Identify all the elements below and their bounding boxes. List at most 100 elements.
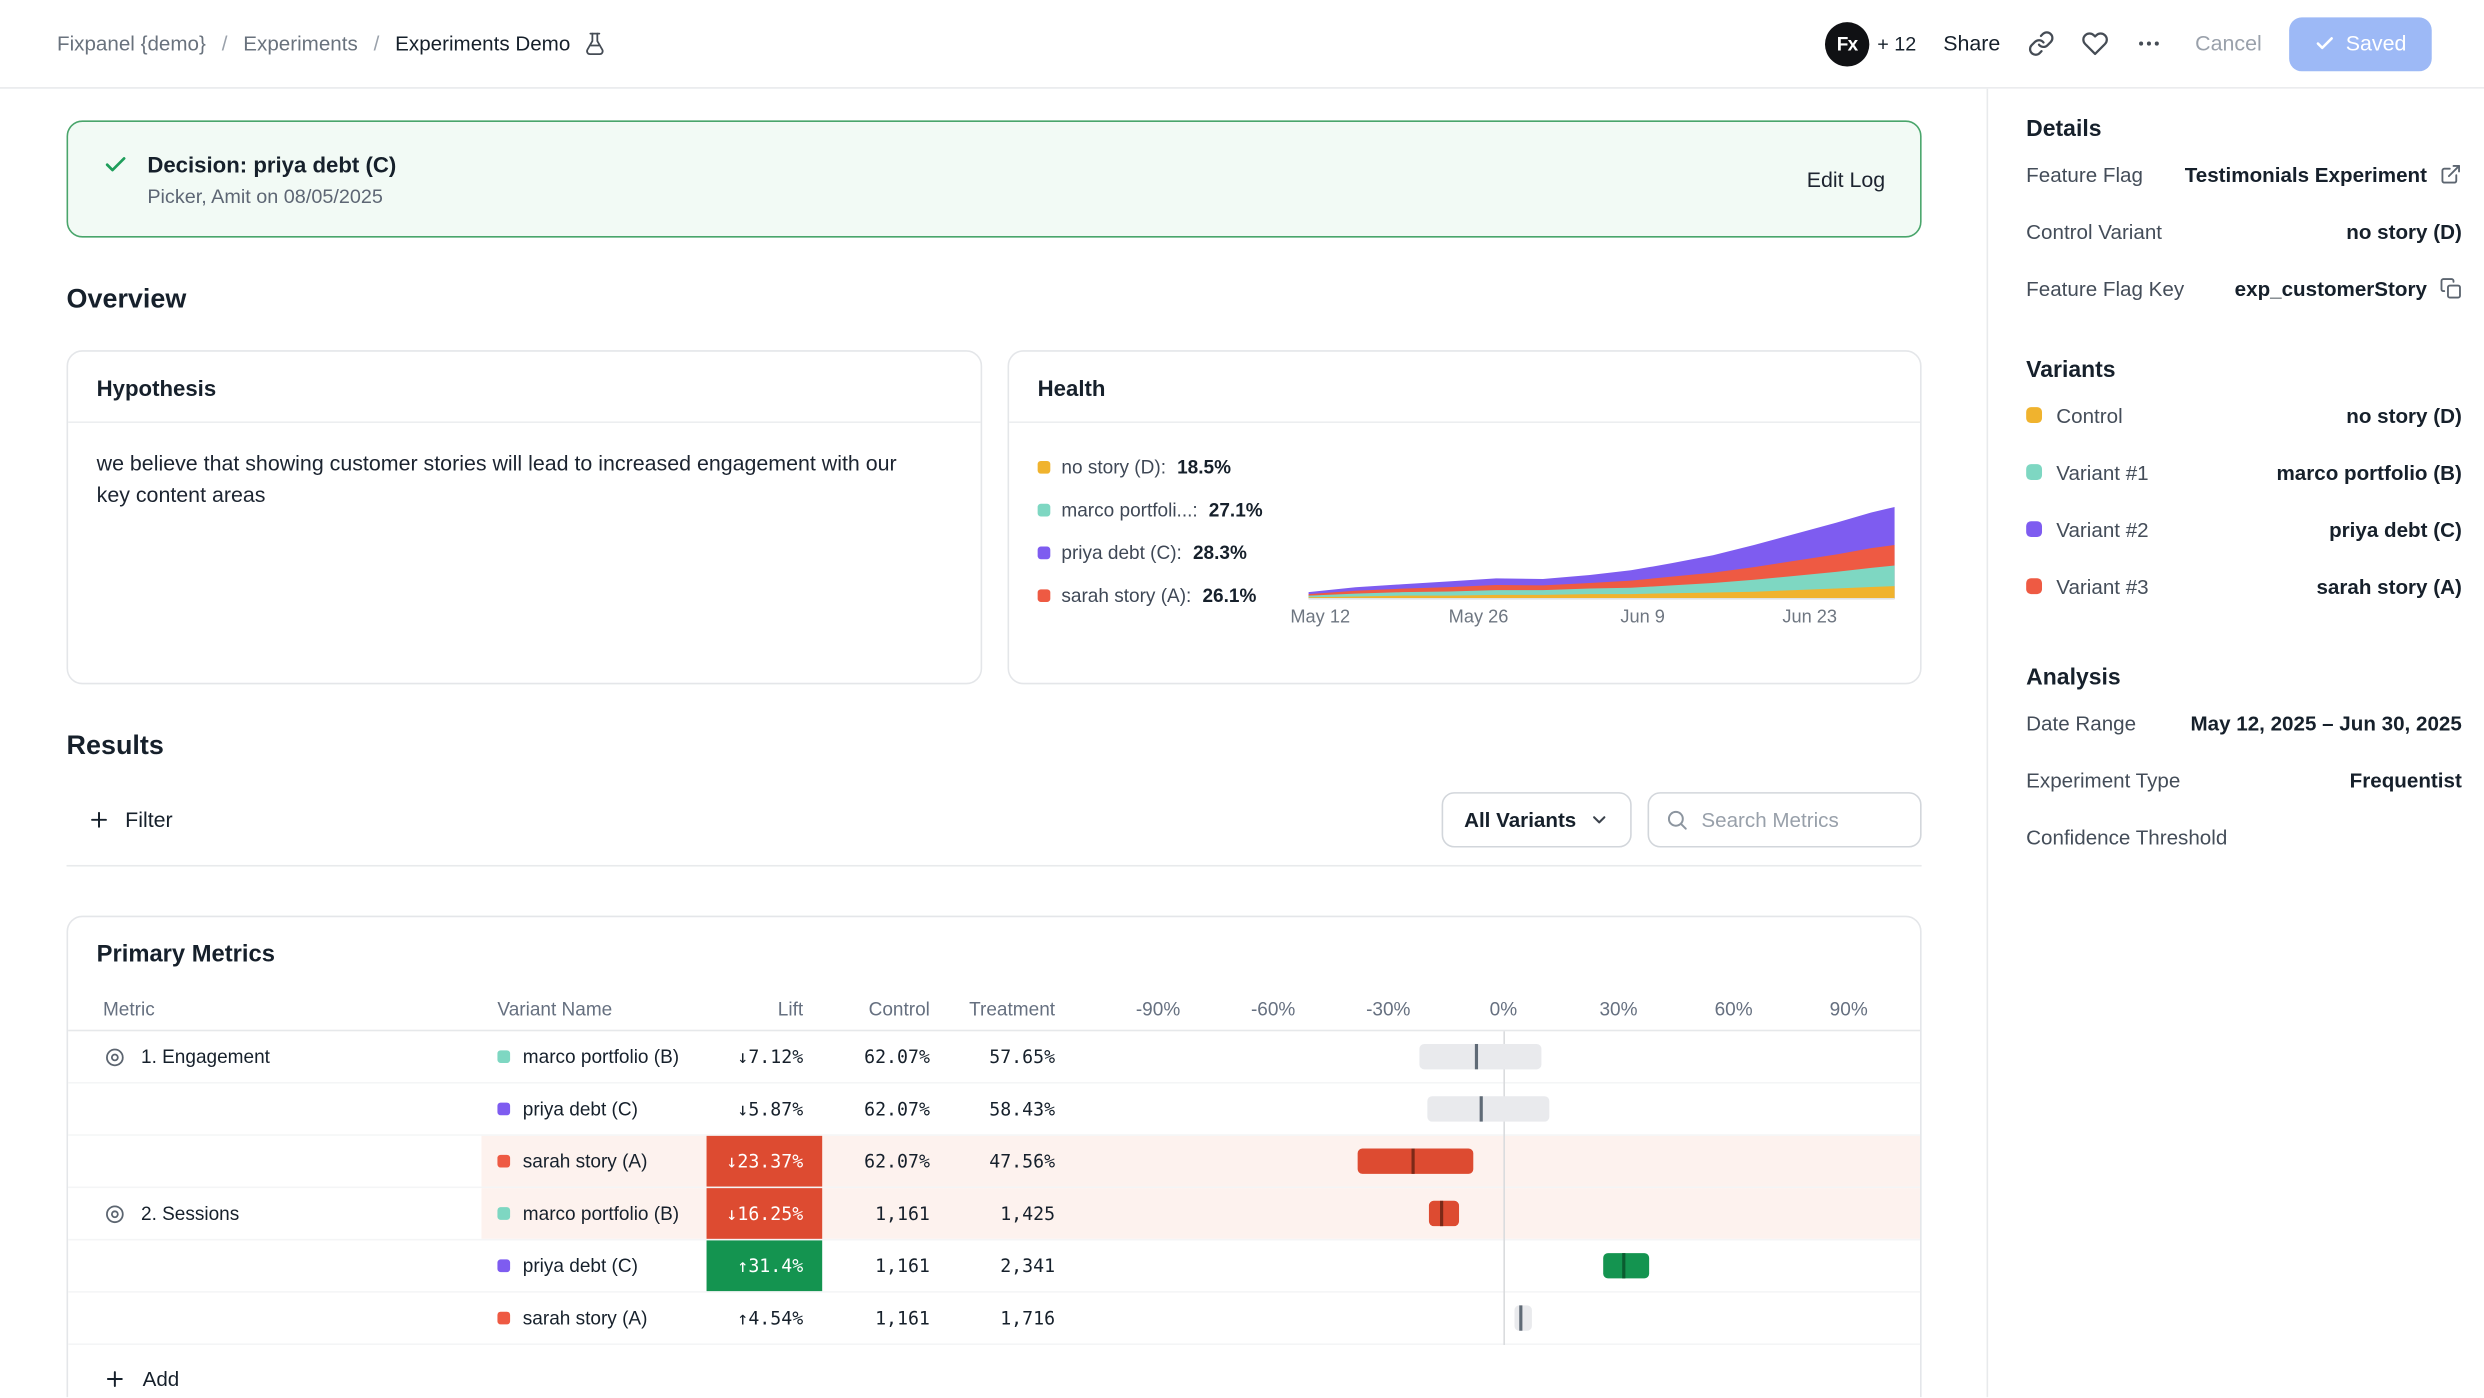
decision-subtitle: Picker, Amit on 08/05/2025 (147, 185, 396, 207)
variant-cell: sarah story (A) (482, 1307, 707, 1329)
variant-value: priya debt (C) (2329, 517, 2462, 541)
metric-row[interactable]: priya debt (C)↑31.4%1,1612,341 (68, 1240, 1920, 1292)
test-tube-icon (583, 32, 607, 56)
legend-swatch (1038, 504, 1051, 517)
metric-cell: 2. Sessions (68, 1202, 481, 1226)
ci-center-tick (1622, 1253, 1625, 1278)
confidence-interval-cell (1074, 1084, 1920, 1135)
detail-value-text: Testimonials Experiment (2185, 162, 2427, 186)
legend-value: 18.5% (1177, 456, 1231, 478)
lift-value: ↑4.54% (707, 1293, 823, 1344)
ci-center-tick (1412, 1149, 1415, 1174)
analysis-section: Analysis Date RangeMay 12, 2025 – Jun 30… (2026, 665, 2462, 865)
legend-label: sarah story (A): (1061, 585, 1191, 607)
variant-swatch (2026, 578, 2042, 594)
variant-swatch (2026, 521, 2042, 537)
breadcrumb-item-1[interactable]: Fixpanel {demo} (57, 32, 206, 56)
confidence-interval-cell (1074, 1188, 1920, 1239)
detail-value[interactable]: Testimonials Experiment (2185, 162, 2462, 186)
detail-label: Feature Flag (2026, 162, 2143, 186)
variants-dropdown-label: All Variants (1464, 807, 1576, 831)
legend-label: priya debt (C): (1061, 542, 1181, 564)
metric-row[interactable]: sarah story (A) ↑4.54%1,1611,716 (68, 1293, 1920, 1345)
breadcrumb-item-2[interactable]: Experiments (243, 32, 357, 56)
axis-tick: -60% (1251, 998, 1295, 1020)
treatment-value: 1,716 (949, 1307, 1074, 1329)
variant-cell: sarah story (A) (482, 1150, 707, 1172)
breadcrumb-item-3[interactable]: Experiments Demo (395, 32, 570, 56)
confidence-interval-cell (1074, 1240, 1920, 1291)
health-title: Health (1009, 352, 1920, 423)
treatment-value: 57.65% (949, 1046, 1074, 1068)
filter-label: Filter (125, 807, 173, 831)
metrics-search (1648, 791, 1922, 846)
app-window: Fixpanel {demo}/Experiments/Experiments … (0, 0, 2484, 1397)
variant-name: sarah story (A) (523, 1307, 648, 1329)
more-button[interactable] (2135, 30, 2162, 57)
lift-value: ↓5.87% (707, 1084, 823, 1135)
detail-label: Feature Flag Key (2026, 276, 2184, 300)
topbar-actions: Fx + 12 Share Cancel Saved (1825, 17, 2432, 71)
detail-row: Feature Flag Testimonials Experiment (2026, 146, 2462, 203)
analysis-value-text: May 12, 2025 – Jun 30, 2025 (2190, 711, 2461, 735)
analysis-value: May 12, 2025 – Jun 30, 2025 (2190, 711, 2461, 735)
decision-text: Decision: priya debt (C) Picker, Amit on… (147, 151, 396, 206)
variant-label: Variant #1 (2056, 460, 2148, 484)
target-icon (103, 1045, 127, 1069)
metric-row[interactable]: sarah story (A)↓23.37%62.07%47.56% (68, 1136, 1920, 1188)
plus-icon (103, 1366, 127, 1390)
add-label: Add (143, 1366, 180, 1390)
add-metric-button[interactable]: Add (68, 1345, 179, 1397)
variant-color-dot (497, 1312, 510, 1325)
variant-color-dot (497, 1155, 510, 1168)
analysis-label: Experiment Type (2026, 768, 2180, 792)
edit-log-button[interactable]: Edit Log (1807, 167, 1885, 191)
analysis-left: Date Range (2026, 711, 2136, 735)
search-input[interactable] (1701, 807, 1904, 831)
variant-cell: marco portfolio (B) (482, 1202, 707, 1224)
heart-icon (2081, 30, 2108, 57)
control-value: 1,161 (822, 1255, 949, 1277)
variants-dropdown[interactable]: All Variants (1442, 791, 1632, 846)
variant-name: marco portfolio (B) (523, 1202, 679, 1224)
favorite-button[interactable] (2081, 30, 2108, 57)
analysis-label: Confidence Threshold (2026, 825, 2227, 849)
confidence-interval-bar (1603, 1253, 1649, 1278)
control-value: 62.07% (822, 1046, 949, 1068)
health-card: Health no story (D):18.5%marco portfoli.… (1008, 350, 1922, 684)
detail-value: no story (D) (2346, 219, 2462, 243)
x-axis-label: May 12 (1290, 608, 1350, 627)
analysis-value: Frequentist (2350, 768, 2462, 792)
detail-value[interactable]: exp_customerStory (2235, 276, 2462, 300)
legend-value: 27.1% (1209, 499, 1263, 521)
ci-center-tick (1479, 1096, 1482, 1121)
control-value: 1,161 (822, 1307, 949, 1329)
filter-row: Filter All Variants (67, 791, 1922, 848)
avatar[interactable]: Fx (1825, 21, 1869, 65)
health-legend: no story (D):18.5%marco portfoli...:27.1… (1038, 456, 1263, 606)
variant-color-dot (497, 1259, 510, 1272)
legend-value: 28.3% (1193, 542, 1247, 564)
health-legend-item: sarah story (A):26.1% (1038, 585, 1263, 607)
metric-row[interactable]: priya debt (C)↓5.87%62.07%58.43% (68, 1084, 1920, 1136)
copy-link-button[interactable] (2027, 30, 2054, 57)
collaborators-count[interactable]: + 12 (1877, 32, 1916, 54)
saved-button[interactable]: Saved (2289, 17, 2432, 71)
primary-metrics-card: Primary Metrics Metric Variant Name Lift… (67, 916, 1922, 1398)
cancel-button[interactable]: Cancel (2195, 32, 2262, 56)
metric-row[interactable]: 1. Engagementmarco portfolio (B)↓7.12%62… (68, 1031, 1920, 1083)
metric-row[interactable]: 2. Sessionsmarco portfolio (B)↓16.25%1,1… (68, 1188, 1920, 1240)
variant-color-dot (497, 1050, 510, 1063)
variant-value-text: no story (D) (2346, 403, 2462, 427)
legend-swatch (1038, 547, 1051, 560)
add-filter-button[interactable]: Filter (67, 807, 173, 831)
collaborators: Fx + 12 (1825, 21, 1916, 65)
variant-left: Control (2026, 403, 2123, 427)
variant-value-text: sarah story (A) (2316, 574, 2461, 598)
legend-label: no story (D): (1061, 456, 1166, 478)
variant-label: Variant #3 (2056, 574, 2148, 598)
variant-row: Control no story (D) (2026, 387, 2462, 444)
share-button[interactable]: Share (1943, 32, 2000, 56)
confidence-interval-bar (1429, 1201, 1459, 1226)
lift-value: ↓16.25% (707, 1188, 823, 1239)
